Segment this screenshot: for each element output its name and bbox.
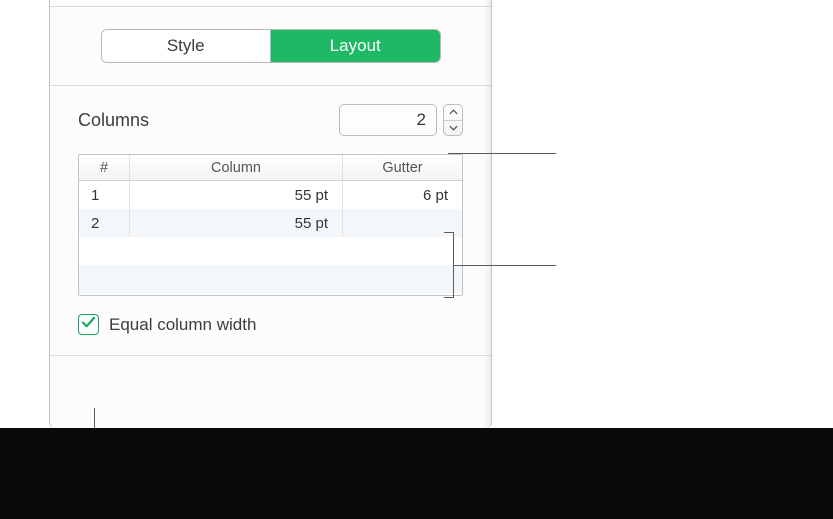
row-gutter-width: 6 pt <box>342 181 462 209</box>
columns-step-up-button[interactable] <box>444 105 462 120</box>
columns-table-header: # Column Gutter <box>79 155 462 181</box>
columns-table-body: 1 55 pt 6 pt 2 55 pt <box>79 181 462 293</box>
table-row-empty <box>79 265 462 293</box>
table-row[interactable]: 1 55 pt 6 pt <box>79 181 462 209</box>
row-index: 2 <box>79 209 129 237</box>
table-row-empty <box>79 237 462 265</box>
row-column-width: 55 pt <box>129 181 342 209</box>
style-layout-segmented-control: Style Layout <box>101 29 441 63</box>
tab-layout[interactable]: Layout <box>270 30 440 62</box>
chevron-up-icon <box>449 109 458 115</box>
equal-column-width-checkbox[interactable] <box>78 314 99 335</box>
columns-table-header-index: # <box>79 155 129 180</box>
checkmark-icon <box>81 316 96 334</box>
equal-column-width-label: Equal column width <box>109 315 256 335</box>
row-gutter-width <box>342 209 462 237</box>
panel-divider-top <box>50 6 491 7</box>
columns-label: Columns <box>78 110 149 131</box>
columns-step-down-button[interactable] <box>444 120 462 136</box>
table-row[interactable]: 2 55 pt <box>79 209 462 237</box>
tab-layout-label: Layout <box>330 36 381 56</box>
equal-column-width-row: Equal column width <box>50 296 491 335</box>
tab-style[interactable]: Style <box>102 30 271 62</box>
chevron-down-icon <box>449 125 458 131</box>
columns-width-table: # Column Gutter 1 55 pt 6 pt 2 55 pt <box>78 154 463 296</box>
layout-inspector-panel: Style Layout Columns <box>49 0 492 428</box>
tab-style-label: Style <box>167 36 205 56</box>
panel-divider-bottom <box>50 355 491 356</box>
columns-table-header-column: Column <box>129 155 342 180</box>
columns-table-header-gutter: Gutter <box>342 155 462 180</box>
columns-stepper <box>443 104 463 136</box>
row-column-width: 55 pt <box>129 209 342 237</box>
row-index: 1 <box>79 181 129 209</box>
columns-field-row: Columns <box>50 86 491 148</box>
columns-count-input[interactable] <box>339 104 437 136</box>
image-dark-base <box>0 428 833 519</box>
columns-stepper-group <box>339 104 463 136</box>
